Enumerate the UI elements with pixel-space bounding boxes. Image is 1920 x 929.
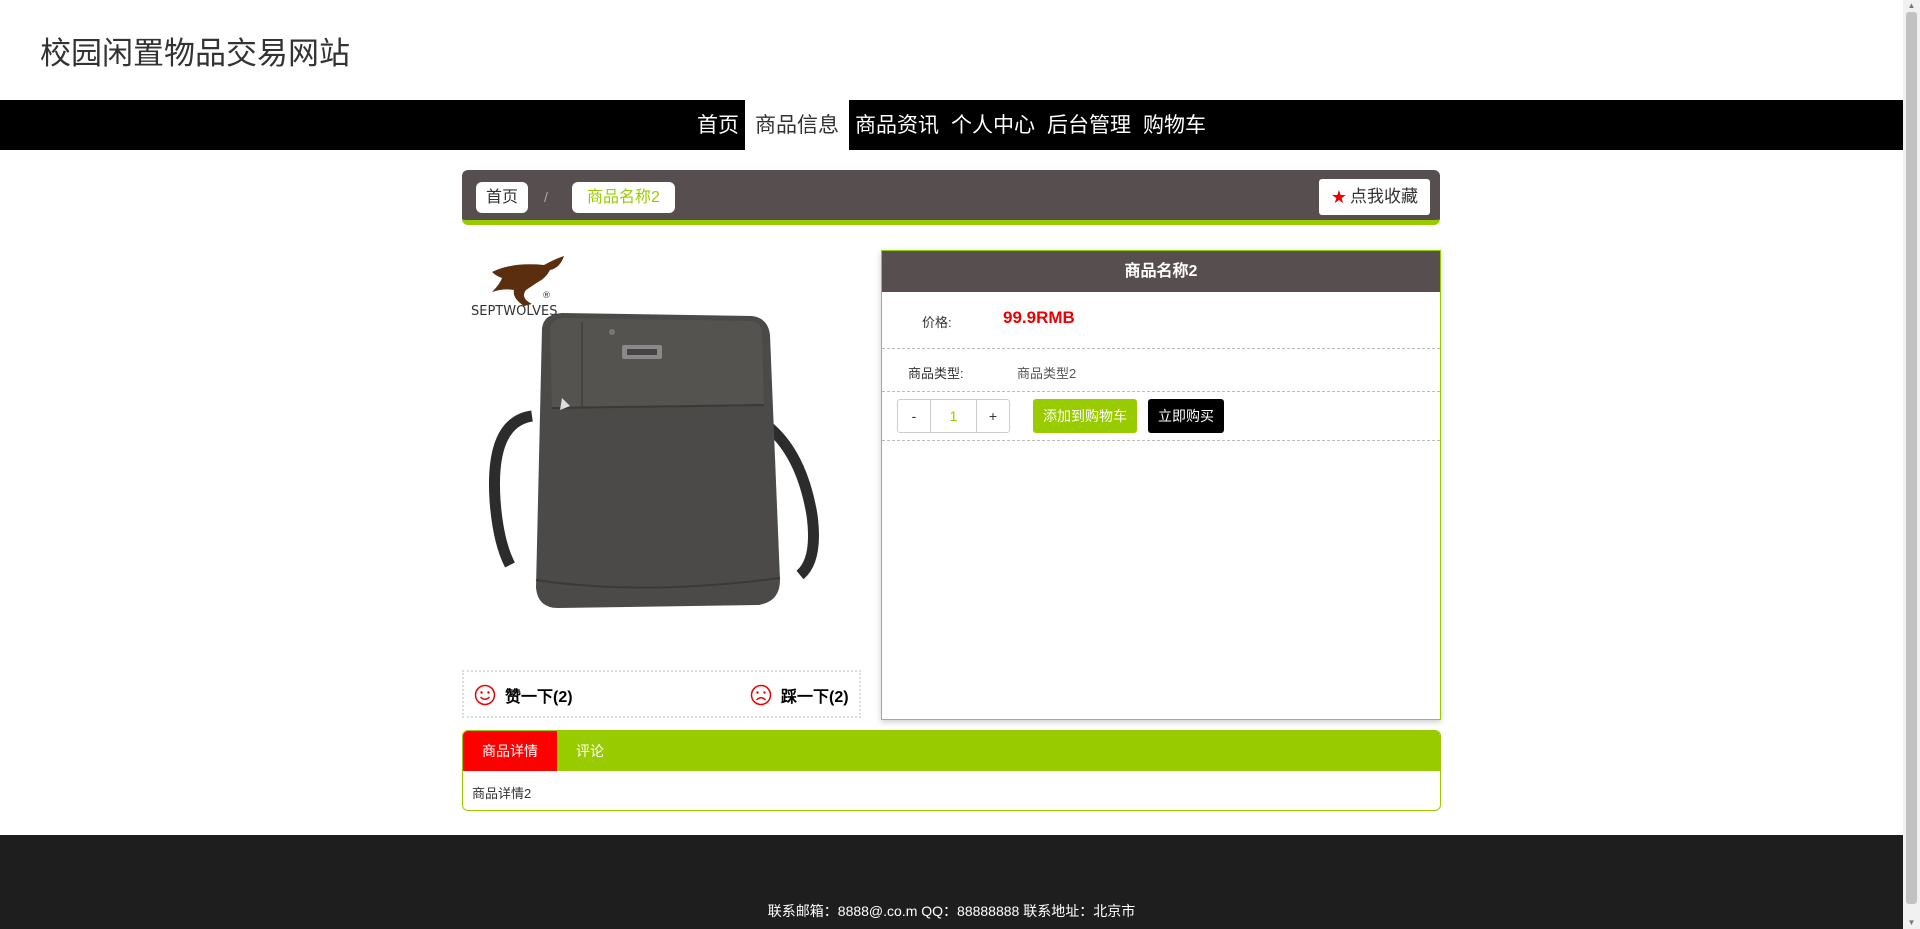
product-tabs: 商品详情 评论 商品详情2	[462, 730, 1441, 811]
product-info-panel: 商品名称2 价格: 99.9RMB 商品类型: 商品类型2 - 1 + 添加到购…	[881, 250, 1441, 720]
quantity-decrease-button[interactable]: -	[898, 400, 930, 432]
nav-item-cart[interactable]: 购物车	[1137, 100, 1212, 150]
nav-item-home[interactable]: 首页	[691, 100, 745, 150]
nav-item-news[interactable]: 商品资讯	[849, 100, 945, 150]
main-nav: 首页 商品信息 商品资讯 个人中心 后台管理 购物车	[0, 100, 1903, 150]
buy-now-button[interactable]: 立即购买	[1148, 399, 1224, 433]
nav-item-admin[interactable]: 后台管理	[1041, 100, 1137, 150]
breadcrumb-current: 商品名称2	[572, 182, 675, 213]
breadcrumb-home-link[interactable]: 首页	[476, 182, 529, 213]
price-label: 价格:	[922, 315, 952, 330]
quantity-stepper: - 1 +	[897, 399, 1010, 433]
favorite-button[interactable]: ★ 点我收藏	[1318, 179, 1430, 215]
purchase-row: - 1 + 添加到购物车 立即购买	[882, 392, 1440, 441]
frown-icon	[750, 684, 772, 706]
dislike-button[interactable]: 踩一下(2)	[750, 683, 849, 707]
scroll-up-icon[interactable]: ▲	[1903, 0, 1920, 12]
tab-content: 商品详情2	[472, 786, 532, 801]
footer: 联系邮箱：8888@.co.m QQ：88888888 联系地址：北京市	[0, 835, 1903, 929]
site-title: 校园闲置物品交易网站	[40, 36, 350, 72]
like-button[interactable]: 赞一下(2)	[474, 683, 573, 707]
brand-logo-text: SEPTWOLVES	[471, 304, 558, 319]
price-value: 99.9RMB	[1003, 308, 1075, 327]
tab-details[interactable]: 商品详情	[463, 731, 557, 771]
dislike-label: 踩一下(2)	[781, 689, 849, 706]
quantity-increase-button[interactable]: +	[977, 400, 1009, 432]
svg-text:®: ®	[542, 291, 551, 301]
add-to-cart-button[interactable]: 添加到购物车	[1033, 399, 1137, 433]
bag-illustration	[488, 313, 819, 608]
vote-bar: 赞一下(2) 踩一下(2)	[462, 670, 861, 718]
breadcrumb: 首页 / 商品名称2 ★ 点我收藏	[462, 170, 1440, 225]
favorite-button-label: 点我收藏	[1350, 187, 1418, 206]
quantity-input[interactable]: 1	[930, 400, 977, 432]
like-label: 赞一下(2)	[505, 689, 573, 706]
star-icon: ★	[1330, 187, 1347, 207]
nav-item-products[interactable]: 商品信息	[745, 100, 849, 150]
breadcrumb-separator: /	[544, 189, 548, 205]
page-scrollbar[interactable]: ▲ ▼	[1903, 0, 1920, 929]
type-value: 商品类型2	[1017, 366, 1077, 381]
nav-item-personal-center[interactable]: 个人中心	[945, 100, 1041, 150]
smile-icon	[474, 684, 496, 706]
type-row: 商品类型: 商品类型2	[882, 349, 1440, 392]
tab-comments[interactable]: 评论	[557, 731, 623, 771]
tab-bar: 商品详情 评论	[463, 731, 1440, 771]
scrollbar-thumb[interactable]	[1906, 12, 1917, 904]
type-label: 商品类型:	[908, 366, 964, 381]
price-row: 价格: 99.9RMB	[882, 292, 1440, 349]
product-image: ® SEPTWOLVES	[462, 250, 862, 650]
footer-contact-text: 联系邮箱：8888@.co.m QQ：88888888 联系地址：北京市	[767, 903, 1136, 919]
product-name-heading: 商品名称2	[882, 251, 1440, 292]
scroll-down-icon[interactable]: ▼	[1903, 917, 1920, 929]
brand-logo: ® SEPTWOLVES	[471, 256, 564, 319]
